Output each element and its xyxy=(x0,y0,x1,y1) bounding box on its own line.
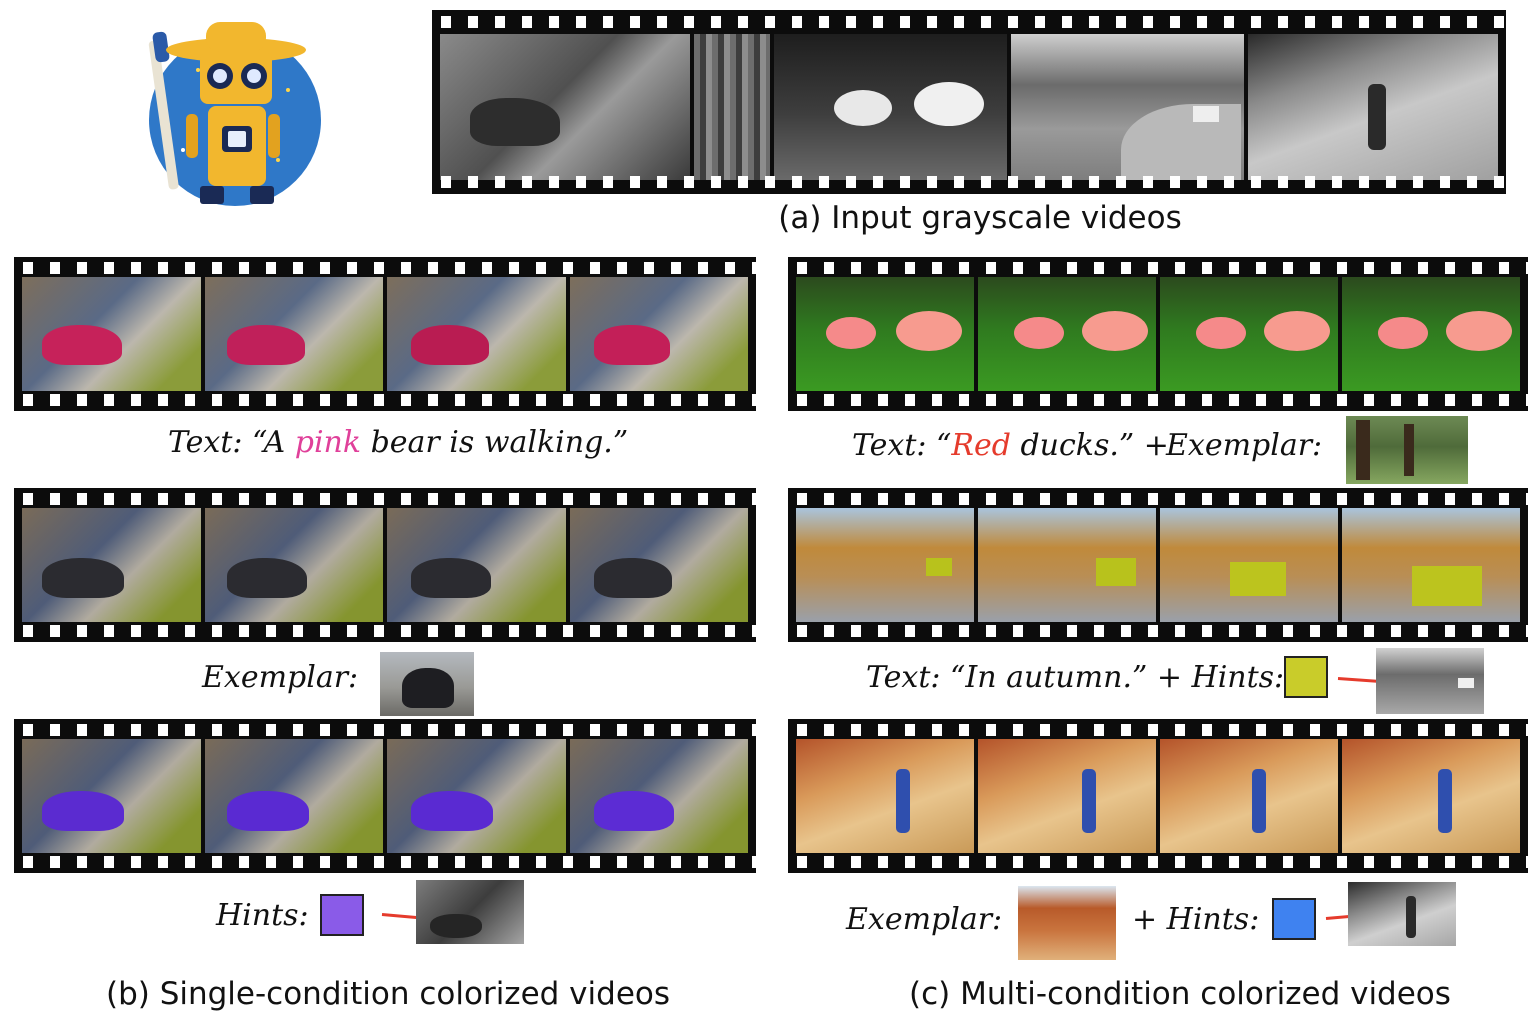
colorized-frame xyxy=(22,508,201,622)
colorized-frame xyxy=(387,277,566,391)
hint-road-thumbnail xyxy=(1376,648,1484,714)
colorized-frame xyxy=(569,508,748,622)
red-ducks-filmstrip xyxy=(788,257,1528,411)
hint-hiker-thumbnail xyxy=(1348,882,1456,946)
condition-text-autumn-hints: Text: “In autumn.” + Hints: xyxy=(866,660,1285,695)
condition-hints-label: + Hints: xyxy=(1132,902,1260,937)
colorized-frame xyxy=(978,508,1156,622)
blue-hint-swatch xyxy=(1272,898,1316,940)
colorized-frame xyxy=(1342,508,1520,622)
colorized-frame xyxy=(569,739,748,853)
colorized-frame xyxy=(22,277,201,391)
exemplar-bear-filmstrip xyxy=(14,488,756,642)
condition-prefix: Text: “A xyxy=(168,425,295,460)
pink-bear-filmstrip xyxy=(14,257,756,411)
colorized-frame xyxy=(22,739,201,853)
colorized-frame xyxy=(1160,739,1338,853)
yellow-hint-swatch xyxy=(1284,656,1328,698)
colorized-frame xyxy=(204,508,383,622)
colorized-frame xyxy=(1160,277,1338,391)
condition-exemplar-label: Exemplar: xyxy=(846,902,1003,937)
grayscale-frame-hiker xyxy=(1248,34,1498,180)
caption-multi-condition: (c) Multi-condition colorized videos xyxy=(909,976,1451,1012)
grayscale-frame-texture xyxy=(693,34,770,180)
exemplar-forest-thumbnail xyxy=(1346,416,1468,484)
condition-suffix: ducks.” + xyxy=(1010,428,1169,463)
grayscale-frame-bear xyxy=(440,34,690,180)
hint-bear-thumbnail xyxy=(416,880,524,944)
condition-exemplar-label: Exemplar: xyxy=(202,660,359,695)
input-grayscale-filmstrip xyxy=(432,10,1506,194)
condition-prefix: Text: “ xyxy=(852,428,952,463)
condition-suffix: bear is walking.” xyxy=(361,425,629,460)
condition-hints-label: Hints: xyxy=(216,898,309,933)
exemplar-rock-thumbnail xyxy=(1018,886,1116,960)
colorized-frame xyxy=(1342,277,1520,391)
colorized-frame xyxy=(387,508,566,622)
caption-single-condition: (b) Single-condition colorized videos xyxy=(105,976,671,1012)
colorized-frame xyxy=(978,739,1156,853)
colorized-frame xyxy=(796,739,974,853)
colorized-frame xyxy=(796,277,974,391)
condition-text-red-exemplar: Text: “Red ducks.” + xyxy=(852,428,1169,463)
autumn-car-filmstrip xyxy=(788,488,1528,642)
colorized-frame xyxy=(387,739,566,853)
robot-painter-logo xyxy=(128,10,328,210)
grayscale-frame-ducks xyxy=(773,34,1008,180)
condition-exemplar-label: Exemplar: xyxy=(1166,428,1323,463)
colorized-frame xyxy=(204,277,383,391)
purple-hint-swatch xyxy=(320,894,364,936)
condition-text-pink: Text: “A pink bear is walking.” xyxy=(168,425,628,460)
purple-bear-filmstrip xyxy=(14,719,756,873)
colorized-frame xyxy=(1342,739,1520,853)
caption-input-grayscale: (a) Input grayscale videos xyxy=(778,200,1182,236)
condition-highlight-pink: pink xyxy=(294,425,362,460)
grayscale-frame-road xyxy=(1011,34,1245,180)
colorized-frame xyxy=(796,508,974,622)
figure: (a) Input grayscale videos Text: “A pink… xyxy=(0,0,1540,1023)
colorized-frame xyxy=(1160,508,1338,622)
condition-highlight-red: Red xyxy=(951,428,1011,463)
colorized-frame xyxy=(204,739,383,853)
colorized-frame xyxy=(978,277,1156,391)
colorized-frame xyxy=(569,277,748,391)
hiker-filmstrip xyxy=(788,719,1528,873)
exemplar-bear-thumbnail xyxy=(380,652,474,716)
